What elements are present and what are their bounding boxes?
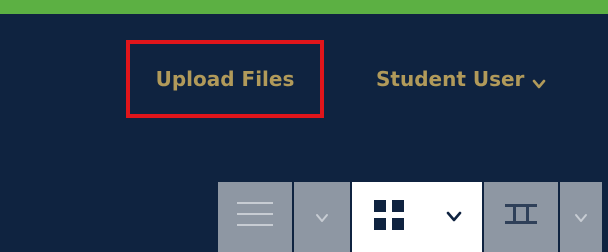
chevron-down-icon [574, 208, 588, 227]
list-view-button[interactable] [218, 182, 292, 252]
grid-view-options-button[interactable] [426, 182, 482, 252]
column-view-button[interactable] [484, 182, 558, 252]
grid-view-button[interactable] [352, 182, 426, 252]
view-toolbar [218, 182, 602, 252]
upload-files-label: Upload Files [155, 67, 295, 91]
grid-view-icon [374, 200, 404, 234]
upload-files-link[interactable]: Upload Files [126, 40, 324, 118]
list-view-options-button[interactable] [294, 182, 350, 252]
chevron-down-icon [315, 208, 329, 227]
column-view-icon [505, 202, 537, 232]
user-name-label: Student User [376, 67, 525, 91]
user-menu-button[interactable]: Student User [376, 62, 546, 96]
list-view-icon [237, 198, 273, 236]
chevron-down-icon [446, 208, 462, 227]
top-accent-stripe [0, 0, 608, 14]
chevron-down-icon [532, 72, 546, 89]
column-view-options-button[interactable] [560, 182, 602, 252]
app-header: Upload Files Student User [0, 0, 608, 252]
